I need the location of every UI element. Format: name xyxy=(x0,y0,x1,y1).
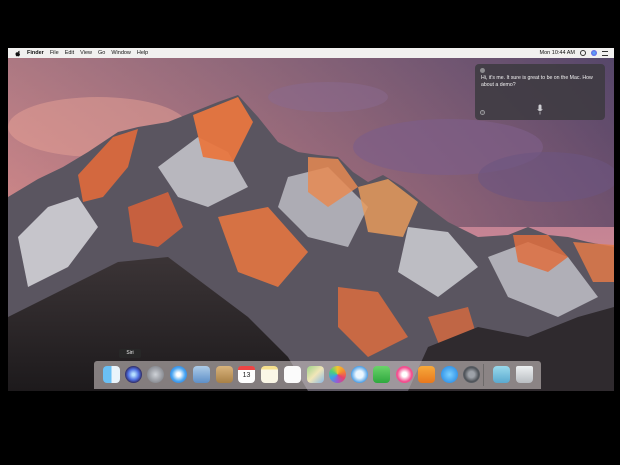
menu-extras: Mon 10:44 AM xyxy=(540,48,608,58)
menu-file[interactable]: File xyxy=(50,48,59,58)
contacts-icon[interactable] xyxy=(216,366,233,383)
menu-help[interactable]: Help xyxy=(137,48,148,58)
siri-menubar-icon[interactable] xyxy=(591,50,597,56)
desktop-screen: Finder File Edit View Go Window Help Mon… xyxy=(8,48,614,391)
reminders-icon[interactable] xyxy=(284,366,301,383)
apple-icon[interactable] xyxy=(15,50,21,57)
maps-icon[interactable] xyxy=(307,366,324,383)
dock: 13 xyxy=(94,361,541,389)
calendar-day: 13 xyxy=(242,372,251,379)
menu-app-name[interactable]: Finder xyxy=(27,48,44,58)
menu-bar: Finder File Edit View Go Window Help Mon… xyxy=(8,48,614,58)
spotlight-search-icon[interactable] xyxy=(580,50,586,56)
launchpad-icon[interactable] xyxy=(147,366,164,383)
trash-icon[interactable] xyxy=(516,366,533,383)
downloads-icon[interactable] xyxy=(493,366,510,383)
calendar-icon[interactable]: 13 xyxy=(238,366,255,383)
microphone-icon[interactable] xyxy=(537,104,543,116)
safari-icon[interactable] xyxy=(170,366,187,383)
notes-icon[interactable] xyxy=(261,366,278,383)
help-icon[interactable]: ? xyxy=(480,110,485,115)
ibooks-icon[interactable] xyxy=(418,366,435,383)
menubar-clock[interactable]: Mon 10:44 AM xyxy=(540,50,575,56)
siri-panel: Hi, it's me. It sure is great to be on t… xyxy=(475,64,605,120)
facetime-icon[interactable] xyxy=(373,366,390,383)
dock-divider xyxy=(483,364,484,386)
menu-window[interactable]: Window xyxy=(111,48,131,58)
photos-icon[interactable] xyxy=(329,366,346,383)
menu-edit[interactable]: Edit xyxy=(65,48,74,58)
system-preferences-icon[interactable] xyxy=(463,366,480,383)
menu-view[interactable]: View xyxy=(80,48,92,58)
dock-tooltip: Siri xyxy=(119,349,141,358)
app-store-icon[interactable] xyxy=(441,366,458,383)
siri-icon[interactable] xyxy=(125,366,142,383)
finder-icon[interactable] xyxy=(103,366,120,383)
mail-icon[interactable] xyxy=(193,366,210,383)
notification-center-icon[interactable] xyxy=(602,50,608,56)
itunes-icon[interactable] xyxy=(396,366,413,383)
menu-go[interactable]: Go xyxy=(98,48,105,58)
messages-icon[interactable] xyxy=(351,366,368,383)
siri-message: Hi, it's me. It sure is great to be on t… xyxy=(481,75,593,88)
close-icon[interactable] xyxy=(480,68,485,73)
